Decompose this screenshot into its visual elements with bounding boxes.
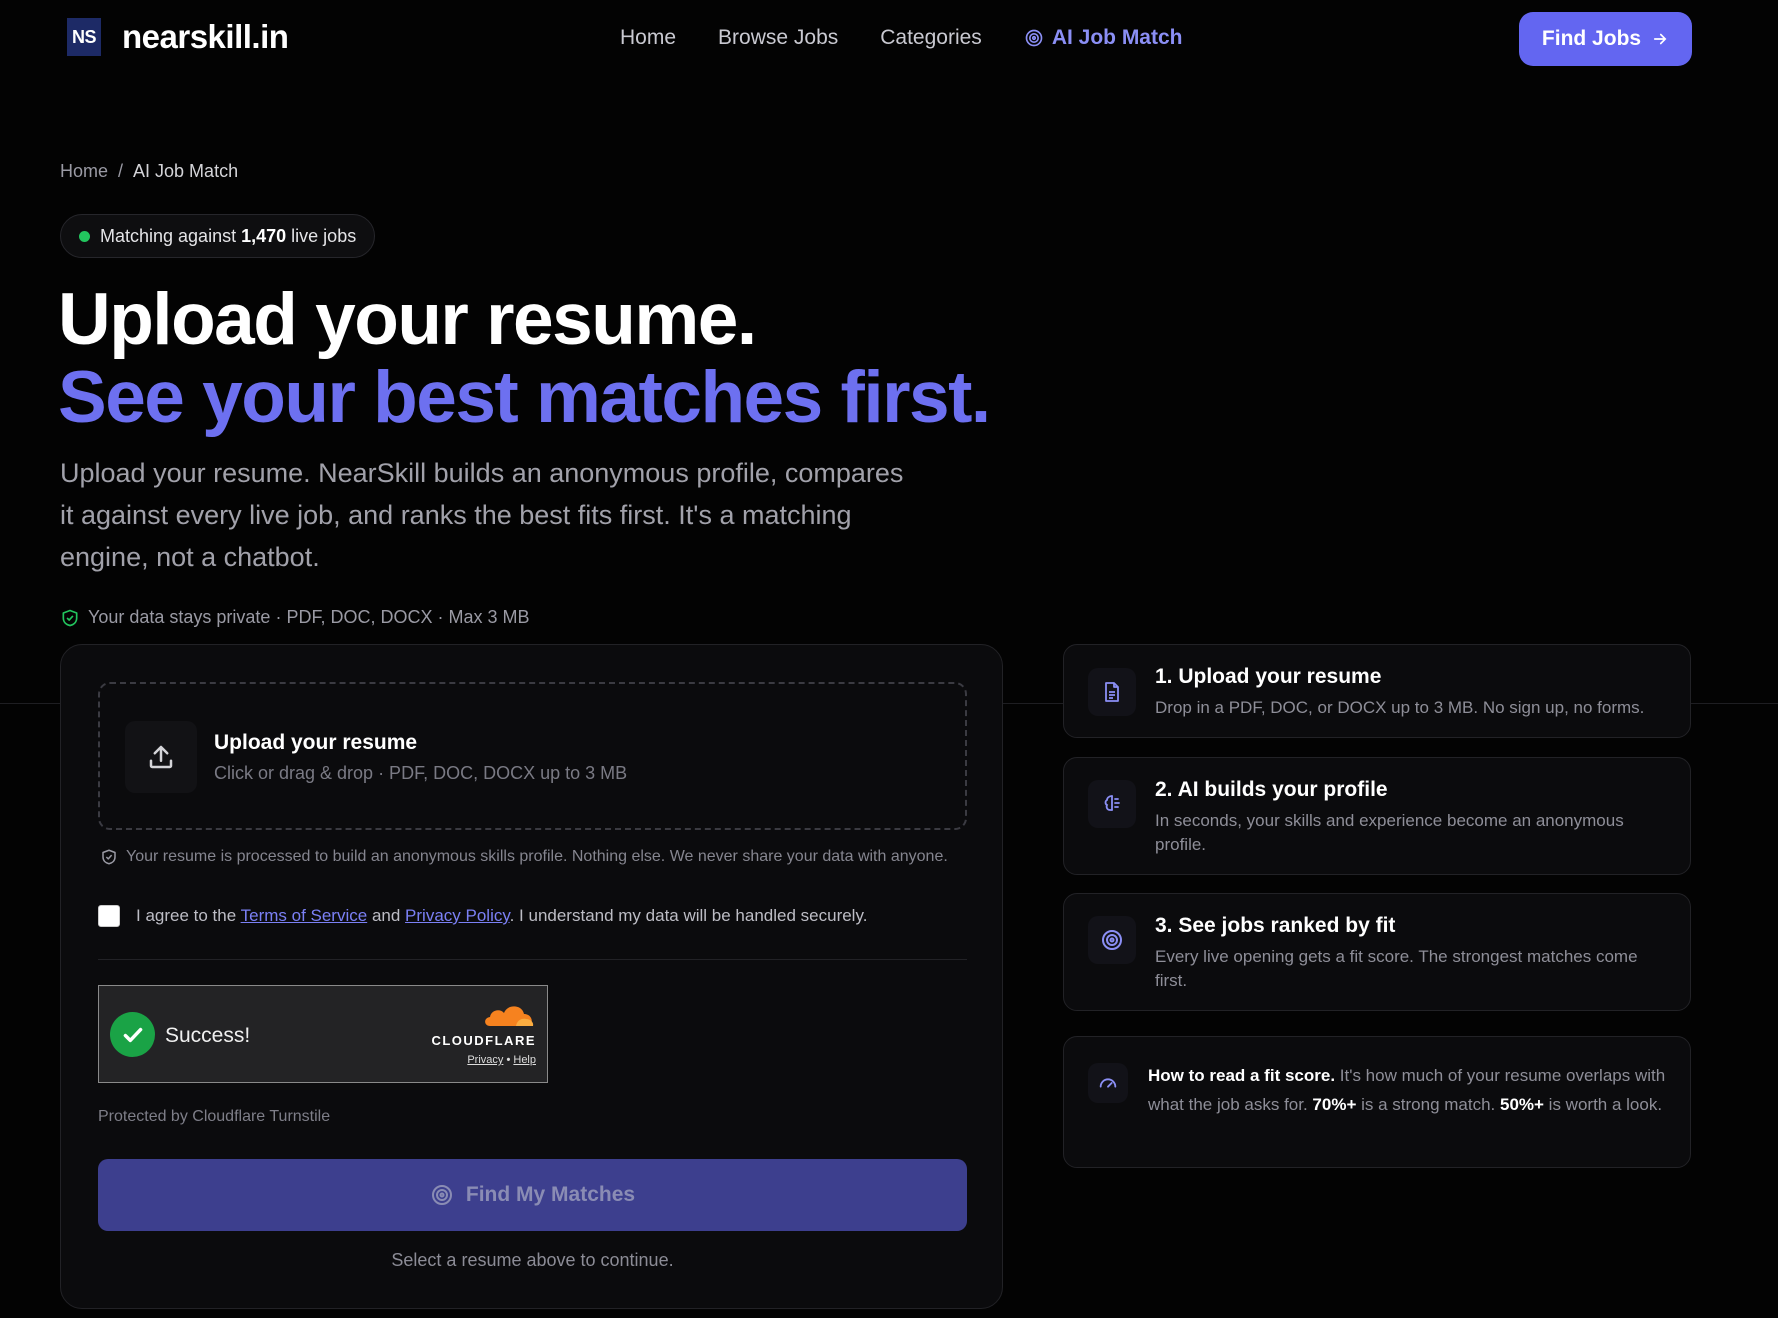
dropzone-subtitle: Click or drag & drop · PDF, DOC, DOCX up… (214, 763, 628, 783)
cloudflare-wordmark: CLOUDFLARE (431, 1033, 536, 1048)
gauge-icon (1088, 1063, 1128, 1103)
live-job-count: 1,470 (241, 225, 287, 246)
upload-icon (149, 745, 173, 769)
arrow-right-icon (1654, 33, 1667, 45)
nav-link-ai-job-match[interactable]: AI Job Match (1024, 26, 1183, 50)
logo-text: nearskill.in (122, 18, 289, 55)
target-icon (1025, 29, 1043, 47)
terms-text: I agree to the Terms of Service and Priv… (136, 906, 868, 925)
resume-dropzone[interactable]: Upload your resume Click or drag & drop … (98, 682, 967, 830)
nav-links: Home Browse Jobs Categories AI Job Match (620, 26, 1183, 50)
step-description: Every live opening gets a fit score. The… (1155, 947, 1638, 990)
document-icon (1088, 668, 1136, 716)
breadcrumb: Home / AI Job Match (60, 161, 238, 182)
success-check-icon (110, 1012, 155, 1057)
step-card-profile: 2. AI builds your profile In seconds, yo… (1063, 757, 1691, 875)
continue-note: Select a resume above to continue. (391, 1250, 674, 1270)
find-jobs-button[interactable]: Find Jobs (1519, 12, 1692, 66)
target-icon (1088, 916, 1136, 964)
turnstile-status: Success! (165, 1024, 251, 1047)
live-dot-icon (79, 230, 90, 242)
top-nav: NS nearskill.in Home Browse Jobs Categor… (0, 0, 1778, 78)
step-card-ranked: 3. See jobs ranked by fit Every live ope… (1063, 893, 1691, 1011)
shield-check-icon (62, 609, 78, 626)
breadcrumb-current: AI Job Match (133, 161, 239, 181)
find-my-matches-button[interactable]: Find My Matches (98, 1159, 967, 1231)
nav-link-categories[interactable]: Categories (880, 26, 982, 50)
upload-icon-box (125, 721, 197, 793)
logo[interactable]: NS nearskill.in (67, 18, 289, 56)
nav-link-browse-jobs[interactable]: Browse Jobs (718, 26, 838, 50)
nav-link-label: AI Job Match (1051, 26, 1183, 49)
secure-note-text: Your resume is processed to build an ano… (126, 848, 948, 865)
find-jobs-label: Find Jobs (1541, 27, 1642, 50)
upload-card: Upload your resume Click or drag & drop … (60, 644, 1003, 1309)
step-description: In seconds, your skills and experience b… (1155, 811, 1624, 854)
hero-title-line1: Upload your resume. (58, 279, 757, 360)
step-card-upload: 1. Upload your resume Drop in a PDF, DOC… (1063, 644, 1691, 738)
logo-badge: NS (67, 18, 101, 56)
status-text: Matching against 1,470 live jobs (100, 225, 357, 246)
turnstile-privacy-link[interactable]: Privacy (467, 1054, 503, 1066)
turnstile-caption: Protected by Cloudflare Turnstile (98, 1108, 331, 1125)
target-icon (431, 1185, 452, 1205)
turnstile-help-link[interactable]: Help (513, 1054, 536, 1066)
shield-check-icon (102, 849, 116, 865)
privacy-text: Your data stays private · PDF, DOC, DOCX… (88, 607, 530, 627)
breadcrumb-home[interactable]: Home (60, 161, 108, 182)
turnstile-links: Privacy • Help (467, 1054, 536, 1066)
privacy-link[interactable]: Privacy Policy (405, 906, 510, 925)
nav-link-home[interactable]: Home (620, 26, 676, 50)
hero-lead: Upload your resume. NearSkill builds an … (60, 458, 904, 572)
hero-title-line2: See your best matches first. (58, 357, 991, 438)
cloud-icon (485, 1006, 534, 1026)
step-description: Drop in a PDF, DOC, or DOCX up to 3 MB. … (1155, 698, 1645, 717)
cloudflare-turnstile-widget[interactable]: Success! CLOUDFLARE Privacy • Help (98, 985, 548, 1083)
terms-checkbox[interactable] (98, 905, 120, 927)
step-title: 3. See jobs ranked by fit (1155, 914, 1396, 937)
breadcrumb-separator: / (118, 161, 124, 181)
brain-icon (1088, 780, 1136, 828)
fit-score-explanation: How to read a fit score. It's how much o… (1148, 1066, 1666, 1114)
privacy-line: Your data stays private · PDF, DOC, DOCX… (60, 607, 529, 628)
step-title: 1. Upload your resume (1155, 665, 1382, 688)
secure-note: Your resume is processed to build an ano… (100, 848, 948, 866)
dropzone-title: Upload your resume (214, 731, 418, 754)
terms-link[interactable]: Terms of Service (241, 906, 368, 925)
status-badge: Matching against 1,470 live jobs (60, 214, 376, 258)
fit-score-tip: How to read a fit score. It's how much o… (1063, 1036, 1691, 1168)
cloudflare-logo: CLOUDFLARE Privacy • Help (426, 1002, 536, 1066)
step-title: 2. AI builds your profile (1155, 778, 1388, 801)
find-my-matches-label: Find My Matches (465, 1183, 636, 1206)
card-divider (98, 959, 967, 960)
terms-agreement: I agree to the Terms of Service and Priv… (98, 905, 867, 927)
